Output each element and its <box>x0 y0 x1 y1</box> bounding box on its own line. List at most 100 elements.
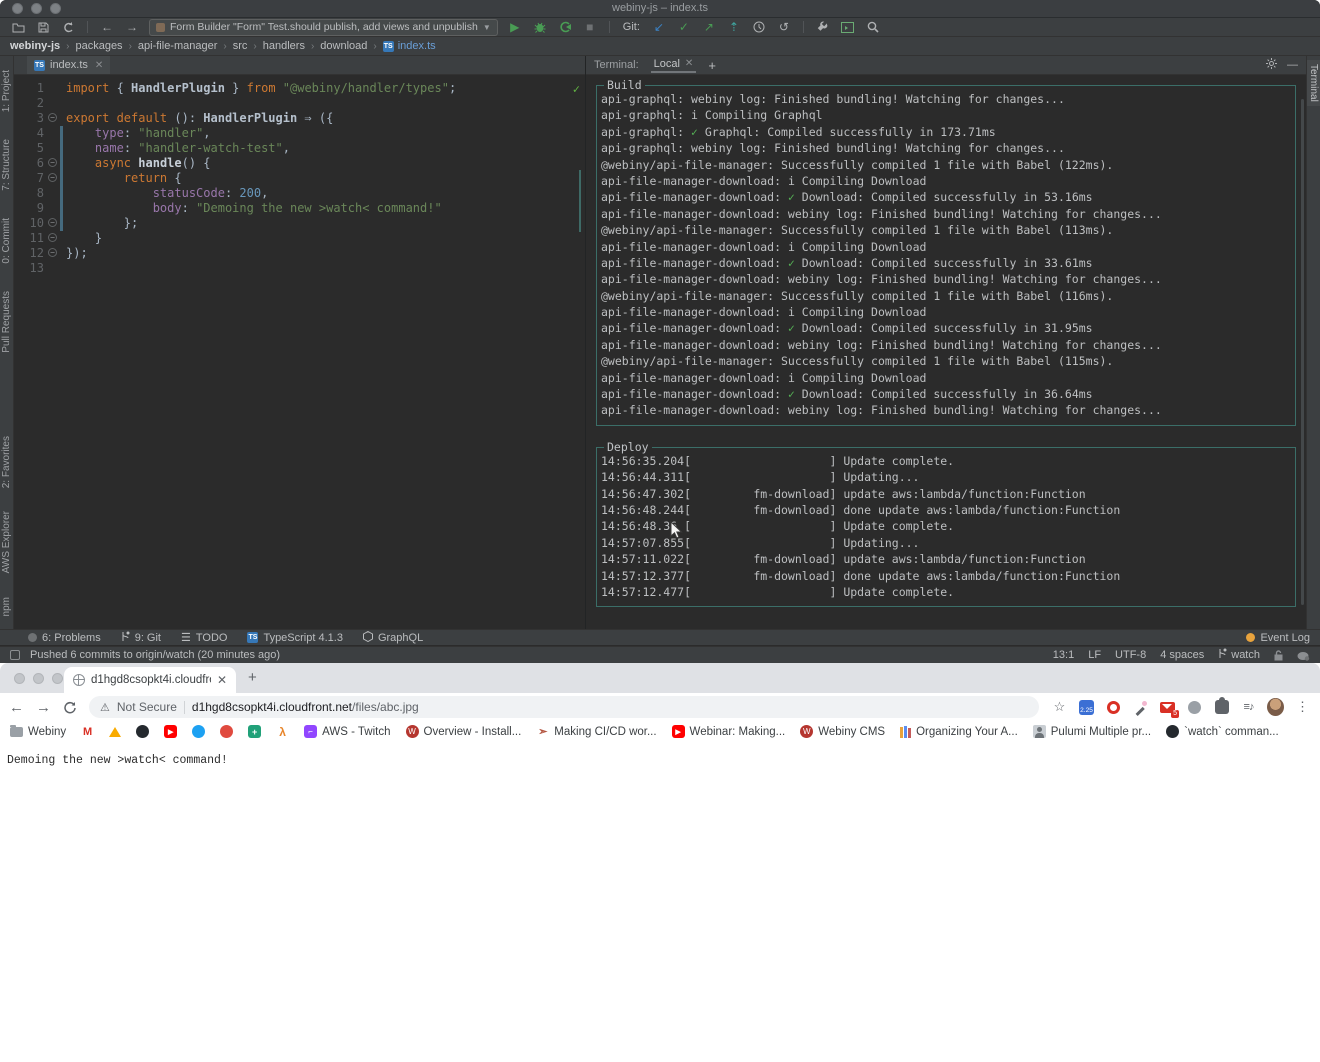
address-bar[interactable]: ⚠ Not Secure d1hgd8csopkt4i.cloudfront.n… <box>89 696 1039 718</box>
bookmark-item[interactable]: ➣Making CI/CD wor... <box>536 725 656 738</box>
not-secure-warning-icon[interactable]: ⚠ <box>100 701 110 714</box>
bookmark-item[interactable]: λ <box>276 725 289 738</box>
bookmark-item[interactable] <box>109 727 121 737</box>
lock-icon[interactable] <box>1274 650 1283 661</box>
git-push-icon[interactable]: ↗ <box>701 20 717 34</box>
bookmark-item[interactable]: Organizing Your A... <box>900 726 1018 738</box>
git-update-icon[interactable]: ↙ <box>651 20 667 34</box>
caret-position[interactable]: 13:1 <box>1053 649 1074 661</box>
cloud-settings-icon[interactable] <box>1297 650 1310 661</box>
toolwindow-graphql[interactable]: GraphQL <box>363 631 423 645</box>
bookmark-item[interactable]: M <box>81 725 94 738</box>
bookmark-item[interactable]: Pulumi Multiple pr... <box>1033 725 1151 738</box>
browser-reload-icon[interactable] <box>63 700 77 714</box>
tab-index-ts[interactable]: TS index.ts ✕ <box>27 56 110 74</box>
breadcrumb-item[interactable]: TSindex.ts <box>382 40 437 52</box>
code-area[interactable]: import { HandlerPlugin } from "@webiny/h… <box>66 81 573 276</box>
bookmark-star-icon[interactable]: ☆ <box>1051 699 1068 716</box>
colorpicker-extension-icon[interactable] <box>1132 699 1149 716</box>
tool-window-icon[interactable] <box>840 20 856 34</box>
new-tab-button[interactable]: + <box>248 669 257 686</box>
breadcrumb-item[interactable]: download <box>319 40 368 52</box>
close-tab-icon[interactable]: ✕ <box>95 60 103 71</box>
rollback-icon[interactable]: ↺ <box>776 20 792 34</box>
bookmark-item[interactable]: ▶ <box>164 725 177 738</box>
minimize-window-button[interactable] <box>33 673 44 684</box>
stop-button[interactable]: ■ <box>582 20 598 34</box>
bookmark-item[interactable]: ⌐AWS - Twitch <box>304 725 390 738</box>
toolwindow-problems[interactable]: 6: Problems <box>28 632 101 644</box>
bookmark-item[interactable]: WWebiny CMS <box>800 725 885 738</box>
security-label[interactable]: Not Secure <box>117 700 177 714</box>
close-terminal-tab-icon[interactable]: ✕ <box>685 58 693 69</box>
bookmark-item[interactable] <box>220 725 233 738</box>
stripe-tab--structure[interactable]: 7: Structure <box>1 139 12 196</box>
extensions-puzzle-icon[interactable] <box>1213 699 1230 716</box>
bookmark-item[interactable]: + <box>248 725 261 738</box>
stripe-tab--favorites[interactable]: 2: Favorites <box>1 436 12 493</box>
bookmark-item[interactable]: WOverview - Install... <box>406 725 522 738</box>
fold-marker-icon[interactable]: − <box>48 113 57 122</box>
bookmark-item[interactable] <box>136 725 149 738</box>
search-everywhere-icon[interactable] <box>865 20 881 34</box>
git-fetch-icon[interactable]: ⇡ <box>726 20 742 34</box>
encoding-indicator[interactable]: UTF-8 <box>1115 649 1146 661</box>
line-ending-indicator[interactable]: LF <box>1088 649 1101 661</box>
browser-menu-icon[interactable]: ⋮ <box>1294 699 1311 716</box>
profile-avatar[interactable] <box>1267 699 1284 716</box>
bookmark-item[interactable]: Webiny <box>10 726 66 738</box>
inspections-ok-icon[interactable]: ✓ <box>573 82 580 97</box>
browser-back-icon[interactable]: ← <box>9 700 24 715</box>
fold-marker-icon[interactable]: − <box>48 233 57 242</box>
new-terminal-icon[interactable]: + <box>708 58 716 73</box>
terminal-tab-local[interactable]: Local ✕ <box>651 57 697 73</box>
terminal-scrollbar[interactable] <box>1301 99 1304 605</box>
browser-forward-icon[interactable]: → <box>36 700 51 715</box>
forward-icon[interactable]: → <box>124 20 140 34</box>
close-window-button[interactable] <box>14 673 25 684</box>
breadcrumb-item[interactable]: handlers <box>262 40 306 52</box>
close-tab-icon[interactable]: ✕ <box>217 673 227 687</box>
aws-calculator-extension-icon[interactable]: 2.25 <box>1078 699 1095 716</box>
stripe-tab-npm[interactable]: npm <box>1 597 12 621</box>
run-button[interactable]: ▶ <box>507 20 523 34</box>
zoom-window-button[interactable] <box>52 673 63 684</box>
toolwindow-toggle[interactable] <box>10 650 20 660</box>
git-branch-widget[interactable]: watch <box>1218 648 1260 662</box>
terminal-settings-gear-icon[interactable] <box>1266 58 1277 72</box>
git-commit-icon[interactable]: ✓ <box>676 20 692 34</box>
toolwindow-typescript[interactable]: TS TypeScript 4.1.3 <box>247 632 343 644</box>
history-clock-icon[interactable] <box>751 20 767 34</box>
fold-marker-icon[interactable]: − <box>48 218 57 227</box>
breadcrumb-item[interactable]: api-file-manager <box>137 40 218 52</box>
open-folder-icon[interactable] <box>10 20 26 34</box>
run-with-coverage-button[interactable] <box>557 20 573 34</box>
stripe-tab--commit[interactable]: 0: Commit <box>1 218 12 269</box>
breadcrumb-item[interactable]: packages <box>74 40 123 52</box>
breadcrumb-item[interactable]: src <box>232 40 249 52</box>
adblock-extension-icon[interactable] <box>1105 699 1122 716</box>
terminal-stripe-tab[interactable]: Terminal <box>1307 60 1320 106</box>
misc-extension-icon[interactable] <box>1186 699 1203 716</box>
fold-marker-icon[interactable]: − <box>48 248 57 257</box>
bookmark-item[interactable]: `watch` comman... <box>1166 725 1279 738</box>
media-controls-icon[interactable]: ≡♪ <box>1240 699 1257 716</box>
breadcrumb-item[interactable]: webiny-js <box>9 40 61 52</box>
stripe-tab-aws-explorer[interactable]: AWS Explorer <box>1 511 12 578</box>
sync-icon[interactable] <box>60 20 76 34</box>
terminal-output[interactable]: Build api-graphql: webiny log: Finished … <box>586 75 1306 629</box>
fold-marker-icon[interactable]: − <box>48 158 57 167</box>
debug-button[interactable] <box>532 20 548 34</box>
save-icon[interactable] <box>35 20 51 34</box>
minimize-toolwindow-icon[interactable]: — <box>1287 59 1298 71</box>
fold-marker-icon[interactable]: − <box>48 173 57 182</box>
indent-indicator[interactable]: 4 spaces <box>1160 649 1204 661</box>
stripe-tab--project[interactable]: 1: Project <box>1 70 12 117</box>
bookmark-item[interactable]: ▶Webinar: Making... <box>672 725 786 738</box>
toolwindow-git[interactable]: 9: Git <box>121 631 161 645</box>
browser-tab[interactable]: d1hgd8csopkt4i.cloudfront.ne ✕ <box>64 667 236 693</box>
stripe-tab-pull-requests[interactable]: Pull Requests <box>1 291 12 358</box>
back-icon[interactable]: ← <box>99 20 115 34</box>
toolwindow-todo[interactable]: ☰ TODO <box>181 631 227 644</box>
run-configuration-select[interactable]: Form Builder "Form" Test.should publish,… <box>149 19 498 36</box>
